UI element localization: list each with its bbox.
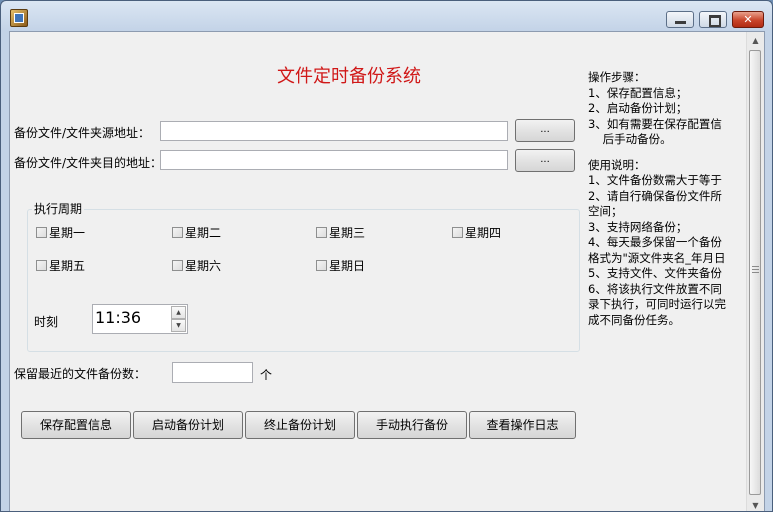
- checkbox-label: 星期日: [329, 259, 366, 273]
- manual-backup-button[interactable]: 手动执行备份: [357, 411, 467, 439]
- close-icon: ✕: [743, 13, 753, 26]
- step-line: 后手动备份。: [588, 132, 672, 146]
- dest-path-input[interactable]: [160, 150, 508, 170]
- title-bar[interactable]: ✕: [1, 1, 772, 31]
- stop-plan-button[interactable]: 终止备份计划: [245, 411, 355, 439]
- usage-line: 空间；: [588, 204, 623, 218]
- checkbox-box[interactable]: [36, 227, 47, 238]
- checkbox-label: 星期三: [329, 226, 366, 240]
- usage-line: 2、请自行确保备份文件所: [588, 188, 722, 203]
- usage-line: 录下执行，可同时运行以完: [588, 297, 726, 311]
- usage-line: 格式为"源文件夹名_年月日: [588, 250, 726, 265]
- usage-line: 5、支持文件、文件夹备份: [588, 266, 722, 280]
- dest-label: 备份文件/文件夹目的地址：: [14, 156, 163, 170]
- spin-down-icon[interactable]: ▼: [171, 319, 186, 332]
- app-icon[interactable]: [10, 9, 28, 27]
- scroll-thumb[interactable]: [749, 50, 761, 495]
- checkbox-friday[interactable]: 星期五: [36, 259, 85, 273]
- time-value[interactable]: 11:36: [95, 308, 141, 327]
- checkbox-thursday[interactable]: 星期四: [452, 226, 501, 240]
- usage-title: 使用说明：: [588, 157, 646, 172]
- checkbox-tuesday[interactable]: 星期二: [172, 226, 221, 240]
- view-log-button[interactable]: 查看操作日志: [469, 411, 576, 439]
- checkbox-label: 星期二: [185, 226, 222, 240]
- grip-icon: [752, 266, 759, 273]
- checkbox-label: 星期一: [49, 226, 86, 240]
- step-line: 1、保存配置信息；: [588, 85, 688, 100]
- checkbox-wednesday[interactable]: 星期三: [316, 226, 365, 240]
- minimize-icon: [675, 21, 686, 24]
- usage-line: 6、将该执行文件放置不同: [588, 281, 722, 296]
- checkbox-label: 星期四: [465, 226, 502, 240]
- checkbox-box[interactable]: [172, 227, 183, 238]
- checkbox-saturday[interactable]: 星期六: [172, 259, 221, 273]
- dest-browse-button[interactable]: ...: [515, 149, 575, 172]
- source-label: 备份文件/文件夹源地址：: [14, 126, 151, 140]
- save-config-button[interactable]: 保存配置信息: [21, 411, 131, 439]
- checkbox-box[interactable]: [316, 260, 327, 271]
- client-area: 文件定时备份系统 备份文件/文件夹源地址： ... 备份文件/文件夹目的地址： …: [9, 31, 765, 511]
- checkbox-label: 星期六: [185, 259, 222, 273]
- schedule-group-title: 执行周期: [32, 200, 85, 217]
- maximize-button[interactable]: [699, 11, 727, 28]
- scroll-down-icon[interactable]: ▼: [747, 497, 764, 511]
- vertical-scrollbar[interactable]: ▲ ▼: [746, 32, 764, 511]
- minimize-button[interactable]: [666, 11, 694, 28]
- time-label: 时刻: [34, 315, 59, 329]
- keep-count-input[interactable]: [172, 362, 253, 383]
- time-picker[interactable]: 11:36 ▲ ▼: [92, 304, 188, 334]
- usage-line: 3、支持网络备份；: [588, 219, 688, 234]
- close-button[interactable]: ✕: [732, 11, 764, 28]
- app-window: ✕ 文件定时备份系统 备份文件/文件夹源地址： ... 备份文件/文件夹目的地址…: [0, 0, 773, 512]
- spin-up-icon[interactable]: ▲: [171, 306, 186, 319]
- steps-title: 操作步骤：: [588, 70, 646, 84]
- checkbox-box[interactable]: [36, 260, 47, 271]
- scroll-up-icon[interactable]: ▲: [747, 32, 764, 49]
- source-browse-button[interactable]: ...: [515, 119, 575, 142]
- maximize-icon: [709, 15, 721, 27]
- usage-line: 成不同备份任务。: [588, 312, 680, 327]
- start-plan-button[interactable]: 启动备份计划: [133, 411, 243, 439]
- checkbox-box[interactable]: [316, 227, 327, 238]
- keep-count-label: 保留最近的文件备份数：: [14, 367, 147, 381]
- step-line: 3、如有需要在保存配置信: [588, 116, 722, 131]
- checkbox-monday[interactable]: 星期一: [36, 226, 85, 240]
- page-title: 文件定时备份系统: [277, 66, 421, 87]
- checkbox-label: 星期五: [49, 259, 86, 273]
- instructions-panel: 操作步骤： 1、保存配置信息； 2、启动备份计划； 3、如有需要在保存配置信 后…: [588, 70, 746, 370]
- usage-line: 1、文件备份数需大于等于: [588, 173, 722, 187]
- keep-count-unit: 个: [260, 368, 273, 382]
- step-line: 2、启动备份计划；: [588, 101, 688, 115]
- checkbox-box[interactable]: [172, 260, 183, 271]
- checkbox-box[interactable]: [452, 227, 463, 238]
- source-path-input[interactable]: [160, 121, 508, 141]
- usage-line: 4、每天最多保留一个备份: [588, 235, 722, 249]
- checkbox-sunday[interactable]: 星期日: [316, 259, 365, 273]
